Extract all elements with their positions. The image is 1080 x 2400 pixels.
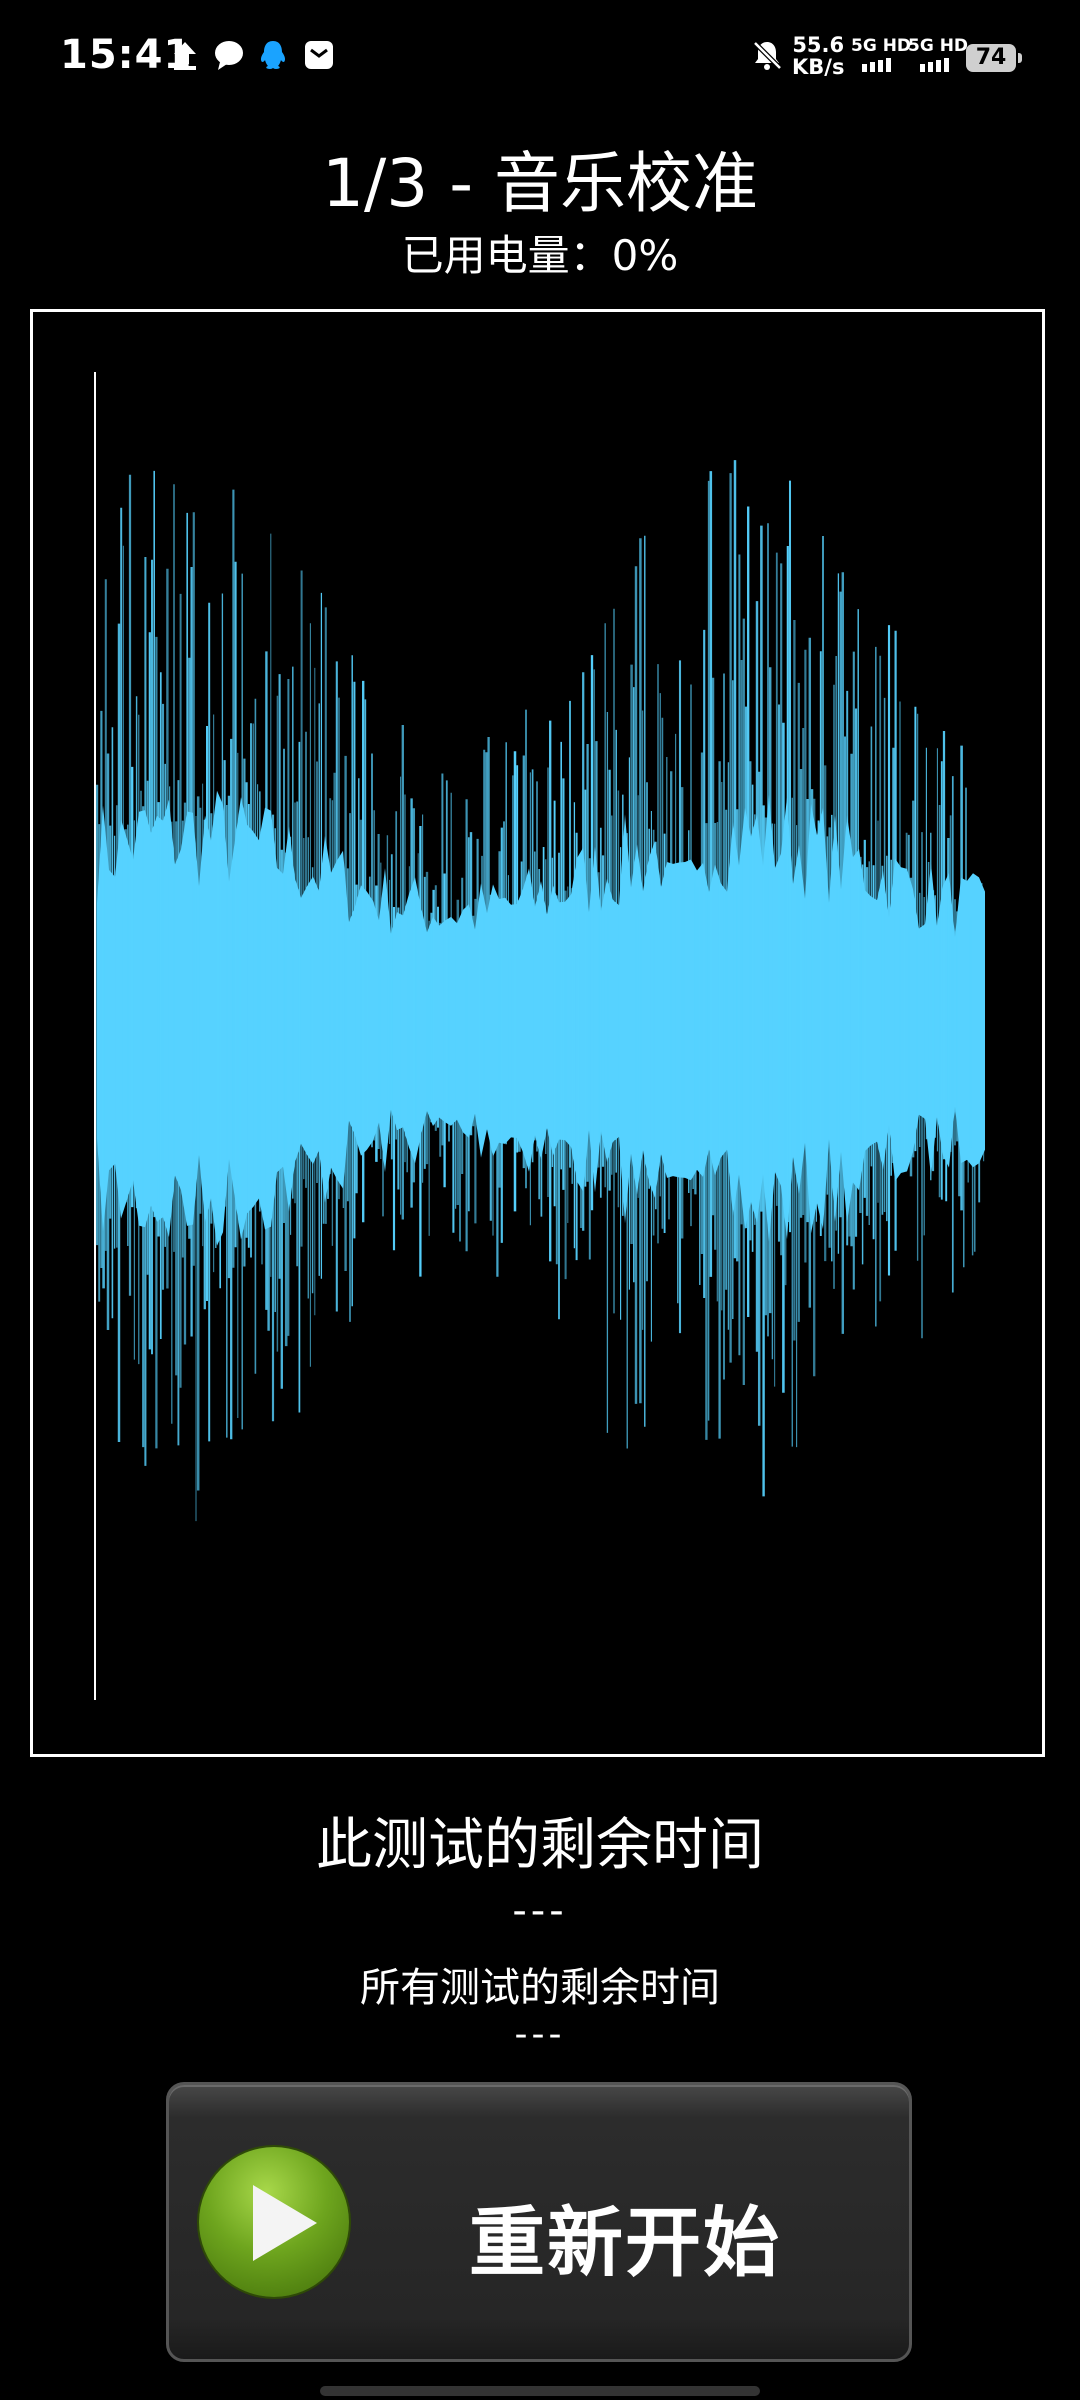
audio-waveform [95,460,985,1522]
net-speed-unit: KB/s [792,55,845,79]
sim1-signal-icon [862,58,891,72]
all-tests-remaining-value: --- [514,2014,566,2055]
status-bar: 15:41 55.6 KB/s 5G HD 5G HD 74 [0,0,1080,112]
sim2-label: 5G HD [908,36,969,56]
page-title: 1/3 - 音乐校准 [322,145,758,222]
battery-used-text: 已用电量：0% [401,231,679,280]
sim2-signal-icon [920,58,949,72]
mail-icon [305,41,333,69]
this-test-remaining-label: 此测试的剩余时间 [316,1813,764,1878]
playback-position-line [94,372,96,1700]
bell-muted-icon [753,41,782,70]
home-indicator[interactable] [320,2386,760,2396]
battery-icon: 74 [966,44,1022,72]
restart-button[interactable]: 重新开始 [166,2082,912,2362]
restart-button-label: 重新开始 [469,2198,781,2287]
waveform-panel [30,309,1045,1757]
all-tests-remaining-label: 所有测试的剩余时间 [360,1965,720,2011]
battery-level: 74 [975,45,1007,70]
sim1-label: 5G HD [851,36,912,56]
net-speed: 55.6 KB/s [792,34,844,78]
upload-icon [174,42,196,70]
chat-bubble-icon [215,41,243,70]
net-speed-value: 55.6 [792,33,845,57]
this-test-remaining-value: --- [512,1888,568,1934]
play-icon [199,2147,349,2297]
qq-penguin-icon [260,41,286,69]
